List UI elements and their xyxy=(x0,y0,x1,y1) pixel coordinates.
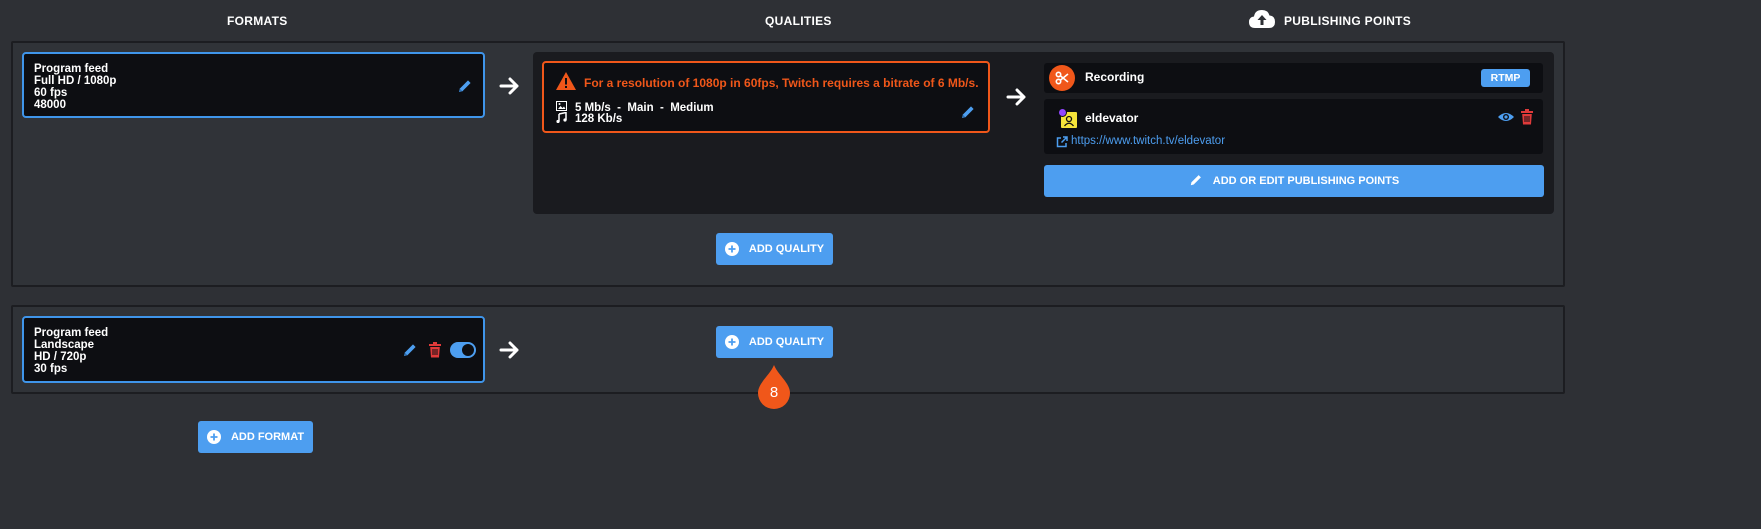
channel-url-link[interactable]: https://www.twitch.tv/eldevator xyxy=(1071,135,1225,147)
format-name: Program feed xyxy=(34,63,109,75)
rtmp-tag: RTMP xyxy=(1481,69,1530,87)
recording-label: Recording xyxy=(1085,70,1145,84)
publishing-point-recording[interactable]: Recording RTMP xyxy=(1044,63,1543,93)
audio-quality-line: 128 Kb/s xyxy=(556,111,623,126)
arrow-right-icon xyxy=(496,72,524,100)
add-or-edit-publishing-points-button[interactable]: ADD OR EDIT PUBLISHING POINTS xyxy=(1044,165,1544,197)
external-link-icon[interactable] xyxy=(1056,135,1068,148)
bitrate-warning: For a resolution of 1080p in 60fps, Twit… xyxy=(584,76,979,90)
add-format-label: ADD FORMAT xyxy=(230,431,305,443)
edit-quality-pencil-icon[interactable] xyxy=(960,104,976,120)
format-fps: 60 fps xyxy=(34,87,68,99)
format-card-2[interactable]: Program feed Landscape HD / 720p 30 fps xyxy=(22,316,485,383)
step-marker: 8 xyxy=(756,363,792,409)
add-format-button[interactable]: ADD FORMAT xyxy=(198,421,313,453)
twitch-badge-icon xyxy=(1058,108,1067,117)
edit-format-pencil-icon[interactable] xyxy=(402,342,418,358)
add-quality-label: ADD QUALITY xyxy=(748,336,825,348)
qualities-header: QUALITIES xyxy=(765,14,832,28)
cloud-upload-icon xyxy=(1248,8,1276,32)
add-quality-label: ADD QUALITY xyxy=(748,243,825,255)
plus-circle-icon xyxy=(724,242,739,256)
format-resolution: Full HD / 1080p xyxy=(34,75,117,87)
arrow-right-icon xyxy=(1003,83,1031,111)
add-quality-button[interactable]: ADD QUALITY xyxy=(716,233,833,265)
format-card-1[interactable]: Program feed Full HD / 1080p 60 fps 4800… xyxy=(22,52,485,118)
format-fps: 30 fps xyxy=(34,363,68,375)
eye-icon[interactable] xyxy=(1497,110,1515,124)
pencil-icon xyxy=(1189,173,1203,190)
warning-icon xyxy=(555,71,577,91)
formats-header: FORMATS xyxy=(227,14,288,28)
format-name: Program feed xyxy=(34,327,109,339)
channel-avatar xyxy=(1058,108,1077,128)
publishing-point-twitch[interactable]: eldevator https://www.twitch.tv/eldevato… xyxy=(1044,99,1543,154)
quality-card-1[interactable]: For a resolution of 1080p in 60fps, Twit… xyxy=(542,61,990,133)
add-or-edit-publishing-points-label: ADD OR EDIT PUBLISHING POINTS xyxy=(1212,175,1400,187)
plus-circle-icon xyxy=(724,335,739,349)
audio-bitrate: 128 Kb/s xyxy=(575,113,623,125)
step-marker-number: 8 xyxy=(769,384,779,401)
add-quality-button[interactable]: ADD QUALITY xyxy=(716,326,833,358)
music-note-icon xyxy=(556,111,567,126)
recording-scissors-icon xyxy=(1049,65,1075,91)
channel-name: eldevator xyxy=(1085,111,1139,125)
trash-icon[interactable] xyxy=(1520,109,1534,125)
edit-format-pencil-icon[interactable] xyxy=(457,78,473,94)
arrow-right-icon xyxy=(496,336,524,364)
format-enabled-toggle[interactable] xyxy=(450,342,476,358)
trash-icon[interactable] xyxy=(428,342,442,358)
publishing-points-header: PUBLISHING POINTS xyxy=(1284,14,1412,28)
toggle-knob xyxy=(462,344,474,356)
format-audio-rate: 48000 xyxy=(34,99,66,111)
plus-circle-icon xyxy=(206,430,221,444)
